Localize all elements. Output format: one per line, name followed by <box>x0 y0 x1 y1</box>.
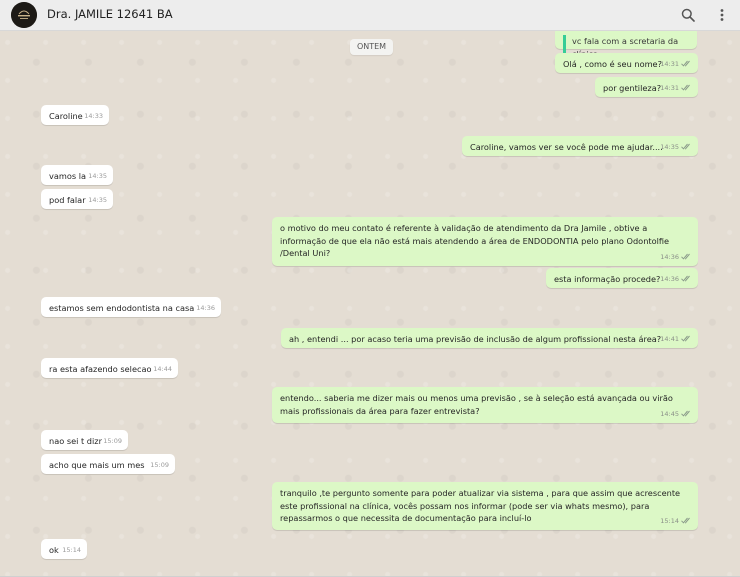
message-time: 14:33 <box>84 111 103 120</box>
menu-button[interactable] <box>711 4 733 26</box>
message-time: 14:41 <box>660 334 679 343</box>
message-incoming[interactable]: pod falar 14:35 <box>41 189 113 209</box>
double-check-icon <box>681 517 692 524</box>
contact-name[interactable]: Dra. JAMILE 12641 BA <box>47 7 173 21</box>
message-text: ah , entendi ... por acaso teria uma pre… <box>289 334 662 344</box>
message-time: 14:35 <box>88 195 107 204</box>
message-outgoing[interactable]: Caroline, vamos ver se você pode me ajud… <box>462 136 698 156</box>
search-icon <box>681 8 695 22</box>
clinic-logo-icon <box>11 2 37 28</box>
message-time: 15:09 <box>103 436 122 445</box>
message-outgoing[interactable]: esta informação procede? 14:36 <box>546 268 698 288</box>
chat-header: Dra. JAMILE 12641 BA <box>0 0 740 31</box>
double-check-icon <box>681 84 692 91</box>
message-outgoing[interactable]: por gentileza? 14:31 <box>595 77 698 97</box>
message-text: entendo... saberia me dizer mais ou meno… <box>280 393 673 416</box>
double-check-icon <box>681 60 692 67</box>
contact-avatar[interactable] <box>11 2 37 28</box>
message-incoming[interactable]: estamos sem endodontista na casa 14:36 <box>41 297 221 317</box>
message-incoming[interactable]: ra esta afazendo selecao 14:44 <box>41 358 178 378</box>
message-time: 15:14 <box>660 516 679 525</box>
more-vertical-icon <box>720 9 724 21</box>
message-incoming[interactable]: acho que mais um mes 15:09 <box>41 454 175 474</box>
message-text: Caroline, vamos ver se você pode me ajud… <box>470 142 663 152</box>
double-check-icon <box>681 410 692 417</box>
message-outgoing[interactable]: tranquilo ,te pergunto somente para pode… <box>272 482 698 530</box>
message-time: 14:31 <box>660 59 679 68</box>
date-separator: ONTEM <box>350 39 393 55</box>
message-time: 15:14 <box>62 545 81 554</box>
message-outgoing[interactable]: entendo... saberia me dizer mais ou meno… <box>272 387 698 423</box>
message-outgoing[interactable]: ah , entendi ... por acaso teria uma pre… <box>281 328 698 348</box>
message-incoming[interactable]: ok 15:14 <box>41 539 87 559</box>
message-time: 15:09 <box>150 460 169 469</box>
message-time: 14:35 <box>660 142 679 151</box>
message-time: 14:44 <box>153 364 172 373</box>
message-outgoing[interactable]: o motivo do meu contato é referente à va… <box>272 217 698 266</box>
search-button[interactable] <box>677 4 699 26</box>
message-outgoing[interactable]: Olá , como é seu nome? 14:31 <box>555 53 698 73</box>
message-time: 14:36 <box>660 252 679 261</box>
message-outgoing[interactable]: vc fala com a scretaria da clínica <box>555 31 697 60</box>
message-time: 14:36 <box>196 303 215 312</box>
message-text: estamos sem endodontista na casa <box>49 303 195 313</box>
message-incoming[interactable]: Caroline 14:33 <box>41 105 109 125</box>
double-check-icon <box>681 275 692 282</box>
message-text: ra esta afazendo selecao <box>49 364 152 374</box>
double-check-icon <box>681 143 692 150</box>
message-text: tranquilo ,te pergunto somente para pode… <box>280 488 681 523</box>
message-time: 14:31 <box>660 83 679 92</box>
conversation-panel[interactable]: ONTEM vc fala com a scretaria da clínica… <box>0 31 740 577</box>
message-time: 14:36 <box>660 274 679 283</box>
message-time: 14:45 <box>660 409 679 418</box>
message-incoming[interactable]: nao sei t dizr 15:09 <box>41 430 128 450</box>
double-check-icon <box>681 253 692 260</box>
message-incoming[interactable]: vamos la 14:35 <box>41 165 113 185</box>
double-check-icon <box>681 335 692 342</box>
message-time: 14:35 <box>88 171 107 180</box>
message-text: o motivo do meu contato é referente à va… <box>280 223 670 258</box>
